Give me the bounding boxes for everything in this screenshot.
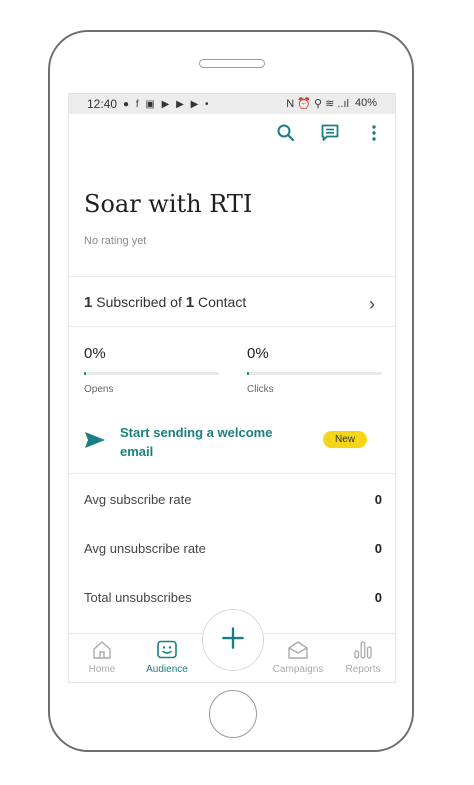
welcome-email-text: Start sending a welcome email — [120, 425, 273, 459]
nav-campaigns-label: Campaigns — [272, 664, 324, 675]
opens-value: 0% — [84, 345, 106, 362]
rating-text: No rating yet — [84, 235, 147, 247]
divider — [69, 276, 395, 277]
add-button[interactable] — [202, 609, 264, 671]
chevron-right-icon[interactable]: › — [369, 294, 375, 315]
clicks-label: Clicks — [247, 384, 274, 395]
plus-icon — [222, 627, 244, 649]
status-time: 12:40 — [87, 97, 118, 111]
subscribed-label: Subscribed of — [96, 294, 182, 310]
metric-row: Avg subscribe rate 0 — [84, 492, 382, 507]
opens-label: Opens — [84, 384, 114, 395]
campaigns-icon — [287, 640, 309, 660]
clicks-progress-fill — [247, 372, 249, 375]
audience-icon — [156, 640, 178, 660]
send-icon — [84, 431, 106, 454]
metric-value: 0 — [374, 590, 382, 605]
home-icon — [91, 640, 113, 660]
nav-home-label: Home — [88, 664, 116, 675]
more-options-icon[interactable] — [365, 124, 383, 142]
feedback-icon[interactable] — [321, 124, 339, 142]
nav-reports-label: Reports — [345, 664, 381, 675]
metric-row: Avg unsubscribe rate 0 — [84, 541, 382, 556]
subscribed-count: 1 — [84, 294, 93, 311]
phone-home-button[interactable] — [209, 690, 257, 738]
reports-icon — [352, 640, 374, 660]
clicks-progress-bar — [247, 372, 382, 375]
opens-stat: 0% Opens — [84, 345, 219, 395]
status-notification-icons: ● f ▣ ▶ ▶ ▶ • — [123, 98, 211, 110]
metric-label: Avg unsubscribe rate — [84, 541, 206, 556]
battery-level: 40% — [354, 97, 377, 109]
nav-audience[interactable]: Audience — [137, 640, 197, 675]
nav-audience-label: Audience — [146, 664, 188, 675]
audience-title: Soar with RTI — [84, 190, 253, 218]
nav-home[interactable]: Home — [72, 640, 132, 675]
app-screen: 12:40 ● f ▣ ▶ ▶ ▶ • N ⏰ ⚲ ≋ ..ıl 40% Soa… — [68, 93, 396, 683]
nav-reports[interactable]: Reports — [333, 640, 393, 675]
metric-value: 0 — [374, 541, 382, 556]
clicks-stat: 0% Clicks — [247, 345, 382, 395]
opens-progress-fill — [84, 372, 86, 375]
new-badge: New — [323, 431, 368, 448]
metric-row: Total unsubscribes 0 — [84, 590, 382, 605]
status-system-icons: N ⏰ ⚲ ≋ ..ıl — [286, 98, 349, 110]
metric-value: 0 — [374, 492, 382, 507]
clicks-value: 0% — [247, 345, 269, 362]
contact-label: Contact — [197, 294, 247, 310]
phone-speaker — [199, 59, 265, 68]
metric-label: Avg subscribe rate — [84, 492, 192, 507]
nav-campaigns[interactable]: Campaigns — [268, 640, 328, 675]
top-toolbar — [277, 124, 383, 142]
subscribed-summary[interactable]: 1 Subscribed of 1 Contact — [84, 294, 246, 311]
welcome-email-cta[interactable]: Start sending a welcome email New — [84, 423, 384, 463]
divider — [69, 326, 395, 327]
divider — [69, 473, 395, 474]
contact-count: 1 — [185, 294, 195, 311]
status-bar: 12:40 ● f ▣ ▶ ▶ ▶ • N ⏰ ⚲ ≋ ..ıl 40% — [69, 94, 395, 114]
status-right: N ⏰ ⚲ ≋ ..ıl 40% — [286, 97, 377, 110]
opens-progress-bar — [84, 372, 219, 375]
metric-label: Total unsubscribes — [84, 590, 192, 605]
search-icon[interactable] — [277, 124, 295, 142]
